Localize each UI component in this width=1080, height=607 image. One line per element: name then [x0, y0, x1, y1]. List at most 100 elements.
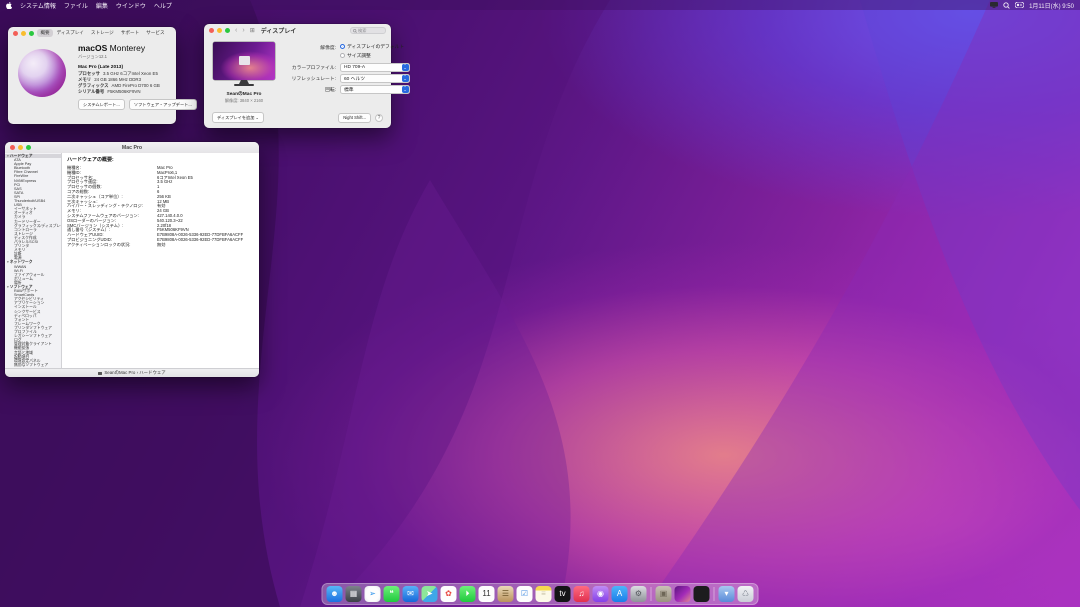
close-button[interactable] [10, 145, 15, 150]
close-button[interactable] [13, 31, 18, 36]
zoom-button[interactable] [26, 145, 31, 150]
displays-titlebar: ‹ › ⊞ ディスプレイ 検索 [204, 24, 391, 37]
spec-label: プロセッサ [78, 72, 100, 77]
popup-caret-icon: ⌃⌄ [402, 86, 409, 94]
popup-button[interactable]: 60 ヘルツ ⌃⌄ [340, 74, 410, 83]
spotlight-search-icon[interactable] [1003, 2, 1010, 9]
night-shift-button[interactable]: Night Shift... [338, 113, 371, 123]
resolution-radio[interactable]: サイズ調整 [340, 52, 404, 59]
dock-recent-app-dark-icon[interactable] [694, 586, 710, 602]
dock-reminders-icon[interactable]: ☑ [517, 586, 533, 602]
display-menu-icon[interactable] [990, 2, 998, 8]
close-button[interactable] [209, 28, 214, 33]
minimize-button[interactable] [18, 145, 23, 150]
resolution-row: 解像度: ディスプレイのデフォルト サイズ調整 [280, 43, 410, 61]
mac-model: Mac Pro (Late 2013) [78, 65, 197, 70]
about-tab[interactable]: サービス [143, 29, 167, 37]
help-button[interactable]: ? [375, 114, 383, 122]
display-settings: 解像度: ディスプレイのデフォルト サイズ調整 カラープロファイル: [280, 40, 410, 104]
about-tab[interactable]: ストレージ [88, 29, 117, 37]
dock-divider[interactable] [651, 587, 652, 601]
dock-appstore-icon[interactable]: A [612, 586, 628, 602]
info-label: アクティベーションロックの状況: [67, 243, 157, 248]
dock-maps-icon[interactable]: ➤ [422, 586, 438, 602]
computer-icon [98, 372, 102, 375]
desktop: システム情報ファイル編集ウインドウヘルプ 1月11日(水) 9:50 概要ディ [0, 0, 1080, 607]
search-placeholder: 検索 [358, 28, 366, 34]
apple-menu-icon[interactable] [6, 2, 12, 9]
show-all-icon[interactable]: ⊞ [250, 27, 255, 34]
select-label: リフレッシュレート: [280, 75, 336, 82]
dock-recent-app-icon[interactable]: ▣ [656, 586, 672, 602]
search-input[interactable]: 検索 [350, 27, 386, 34]
dock-icon-glyph: ➤ [426, 590, 433, 598]
display-thumbnail-area: SeanのMac Pro 解像度: 3840 × 2160 [212, 40, 276, 104]
minimize-button[interactable] [21, 31, 26, 36]
dock-tv-icon[interactable]: tv [555, 586, 571, 602]
sysinfo-footer: SeanのMac Pro › ハードウェア [5, 368, 259, 377]
dock-icon-glyph: ☑ [521, 590, 528, 598]
dock-minimized-window-thumbnail[interactable] [675, 586, 691, 602]
radio-dot [340, 44, 345, 49]
dock-trash-icon[interactable]: ♺ [738, 586, 754, 602]
dock-notes-icon[interactable]: ≡ [536, 586, 552, 602]
select-label: 回転: [280, 86, 336, 93]
dock: ☻▦ ➢ ❝ ✉ ➤ ✿⏵11☰ ☑ ≡ tv ♫◉A⚙ ▣ ▾ ♺ [322, 583, 759, 605]
software-update-button[interactable]: ソフトウェア・アップデート... [129, 99, 197, 110]
radio-label: ディスプレイのデフォルト [347, 43, 404, 50]
forward-button[interactable]: › [242, 27, 244, 34]
back-button[interactable]: ‹ [235, 27, 237, 34]
system-report-button[interactable]: システムレポート... [78, 99, 125, 110]
radio-dot [340, 53, 345, 58]
dock-launchpad-icon[interactable]: ▦ [346, 586, 362, 602]
menubar-status-area: 1月11日(水) 9:50 [990, 1, 1074, 10]
minimize-button[interactable] [217, 28, 222, 33]
dock-music-icon[interactable]: ♫ [574, 586, 590, 602]
about-tab[interactable]: 概要 [37, 29, 52, 37]
dock-divider[interactable] [714, 587, 715, 601]
popup-value: HD 709-A [344, 65, 365, 70]
dock-downloads-stack-icon[interactable]: ▾ [719, 586, 735, 602]
dock-messages-icon[interactable]: ❝ [384, 586, 400, 602]
window-controls [10, 145, 31, 150]
sysinfo-body: ハードウェアATAApple PayBluetoothFibre Channel… [5, 153, 259, 368]
os-name: macOS Monterey [78, 43, 197, 53]
menu-item[interactable]: 編集 [96, 1, 108, 10]
menu-item[interactable]: システム情報 [20, 1, 56, 10]
dock-safari-icon[interactable]: ➢ [365, 586, 381, 602]
sidebar-item[interactable]: 無効なソフトウェア [5, 363, 61, 367]
about-tab[interactable]: ディスプレイ [54, 29, 87, 37]
dock-icon-glyph: ♺ [742, 590, 749, 598]
popup-value: 標準 [344, 86, 354, 93]
dock-mail-icon[interactable]: ✉ [403, 586, 419, 602]
control-center-icon[interactable] [1015, 2, 1024, 8]
spec-value: F5KM506KF9VN [107, 90, 140, 95]
menu-item[interactable]: ヘルプ [154, 1, 172, 10]
dock-calendar-icon[interactable]: 11 [479, 586, 495, 602]
menu-item[interactable]: ファイル [64, 1, 88, 10]
resolution-radio[interactable]: ディスプレイのデフォルト [340, 43, 404, 50]
dock-icon-glyph: ➢ [369, 590, 376, 598]
add-display-button[interactable]: ディスプレイを追加 ⌄ [212, 112, 264, 123]
menubar-clock[interactable]: 1月11日(水) 9:50 [1029, 1, 1074, 10]
select-row: リフレッシュレート: 60 ヘルツ ⌃⌄ [280, 74, 410, 83]
dock-facetime-icon[interactable]: ⏵ [460, 586, 476, 602]
popup-button[interactable]: 標準 ⌃⌄ [340, 85, 410, 94]
about-tab[interactable]: サポート [118, 29, 142, 37]
menu-bar: システム情報ファイル編集ウインドウヘルプ 1月11日(水) 9:50 [0, 0, 1080, 10]
hardware-overview-pane: ハードウェアの概要: 機種名: Mac Pro 機種ID: MacPro6,1 … [62, 153, 259, 368]
dock-icon-glyph: tv [559, 590, 565, 598]
dock-system-preferences-icon[interactable]: ⚙ [631, 586, 647, 602]
dock-contacts-icon[interactable]: ☰ [498, 586, 514, 602]
select-label: カラープロファイル: [280, 64, 336, 71]
display-thumbnail[interactable] [213, 42, 275, 80]
popup-button[interactable]: HD 709-A ⌃⌄ [340, 63, 410, 72]
menu-item[interactable]: ウインドウ [116, 1, 146, 10]
os-name-bold: macOS [78, 43, 107, 53]
dock-photos-icon[interactable]: ✿ [441, 586, 457, 602]
dock-icon-glyph: ❝ [389, 590, 393, 598]
dock-podcasts-icon[interactable]: ◉ [593, 586, 609, 602]
dock-finder-icon[interactable]: ☻ [327, 586, 343, 602]
zoom-button[interactable] [225, 28, 230, 33]
window-controls [209, 28, 230, 33]
